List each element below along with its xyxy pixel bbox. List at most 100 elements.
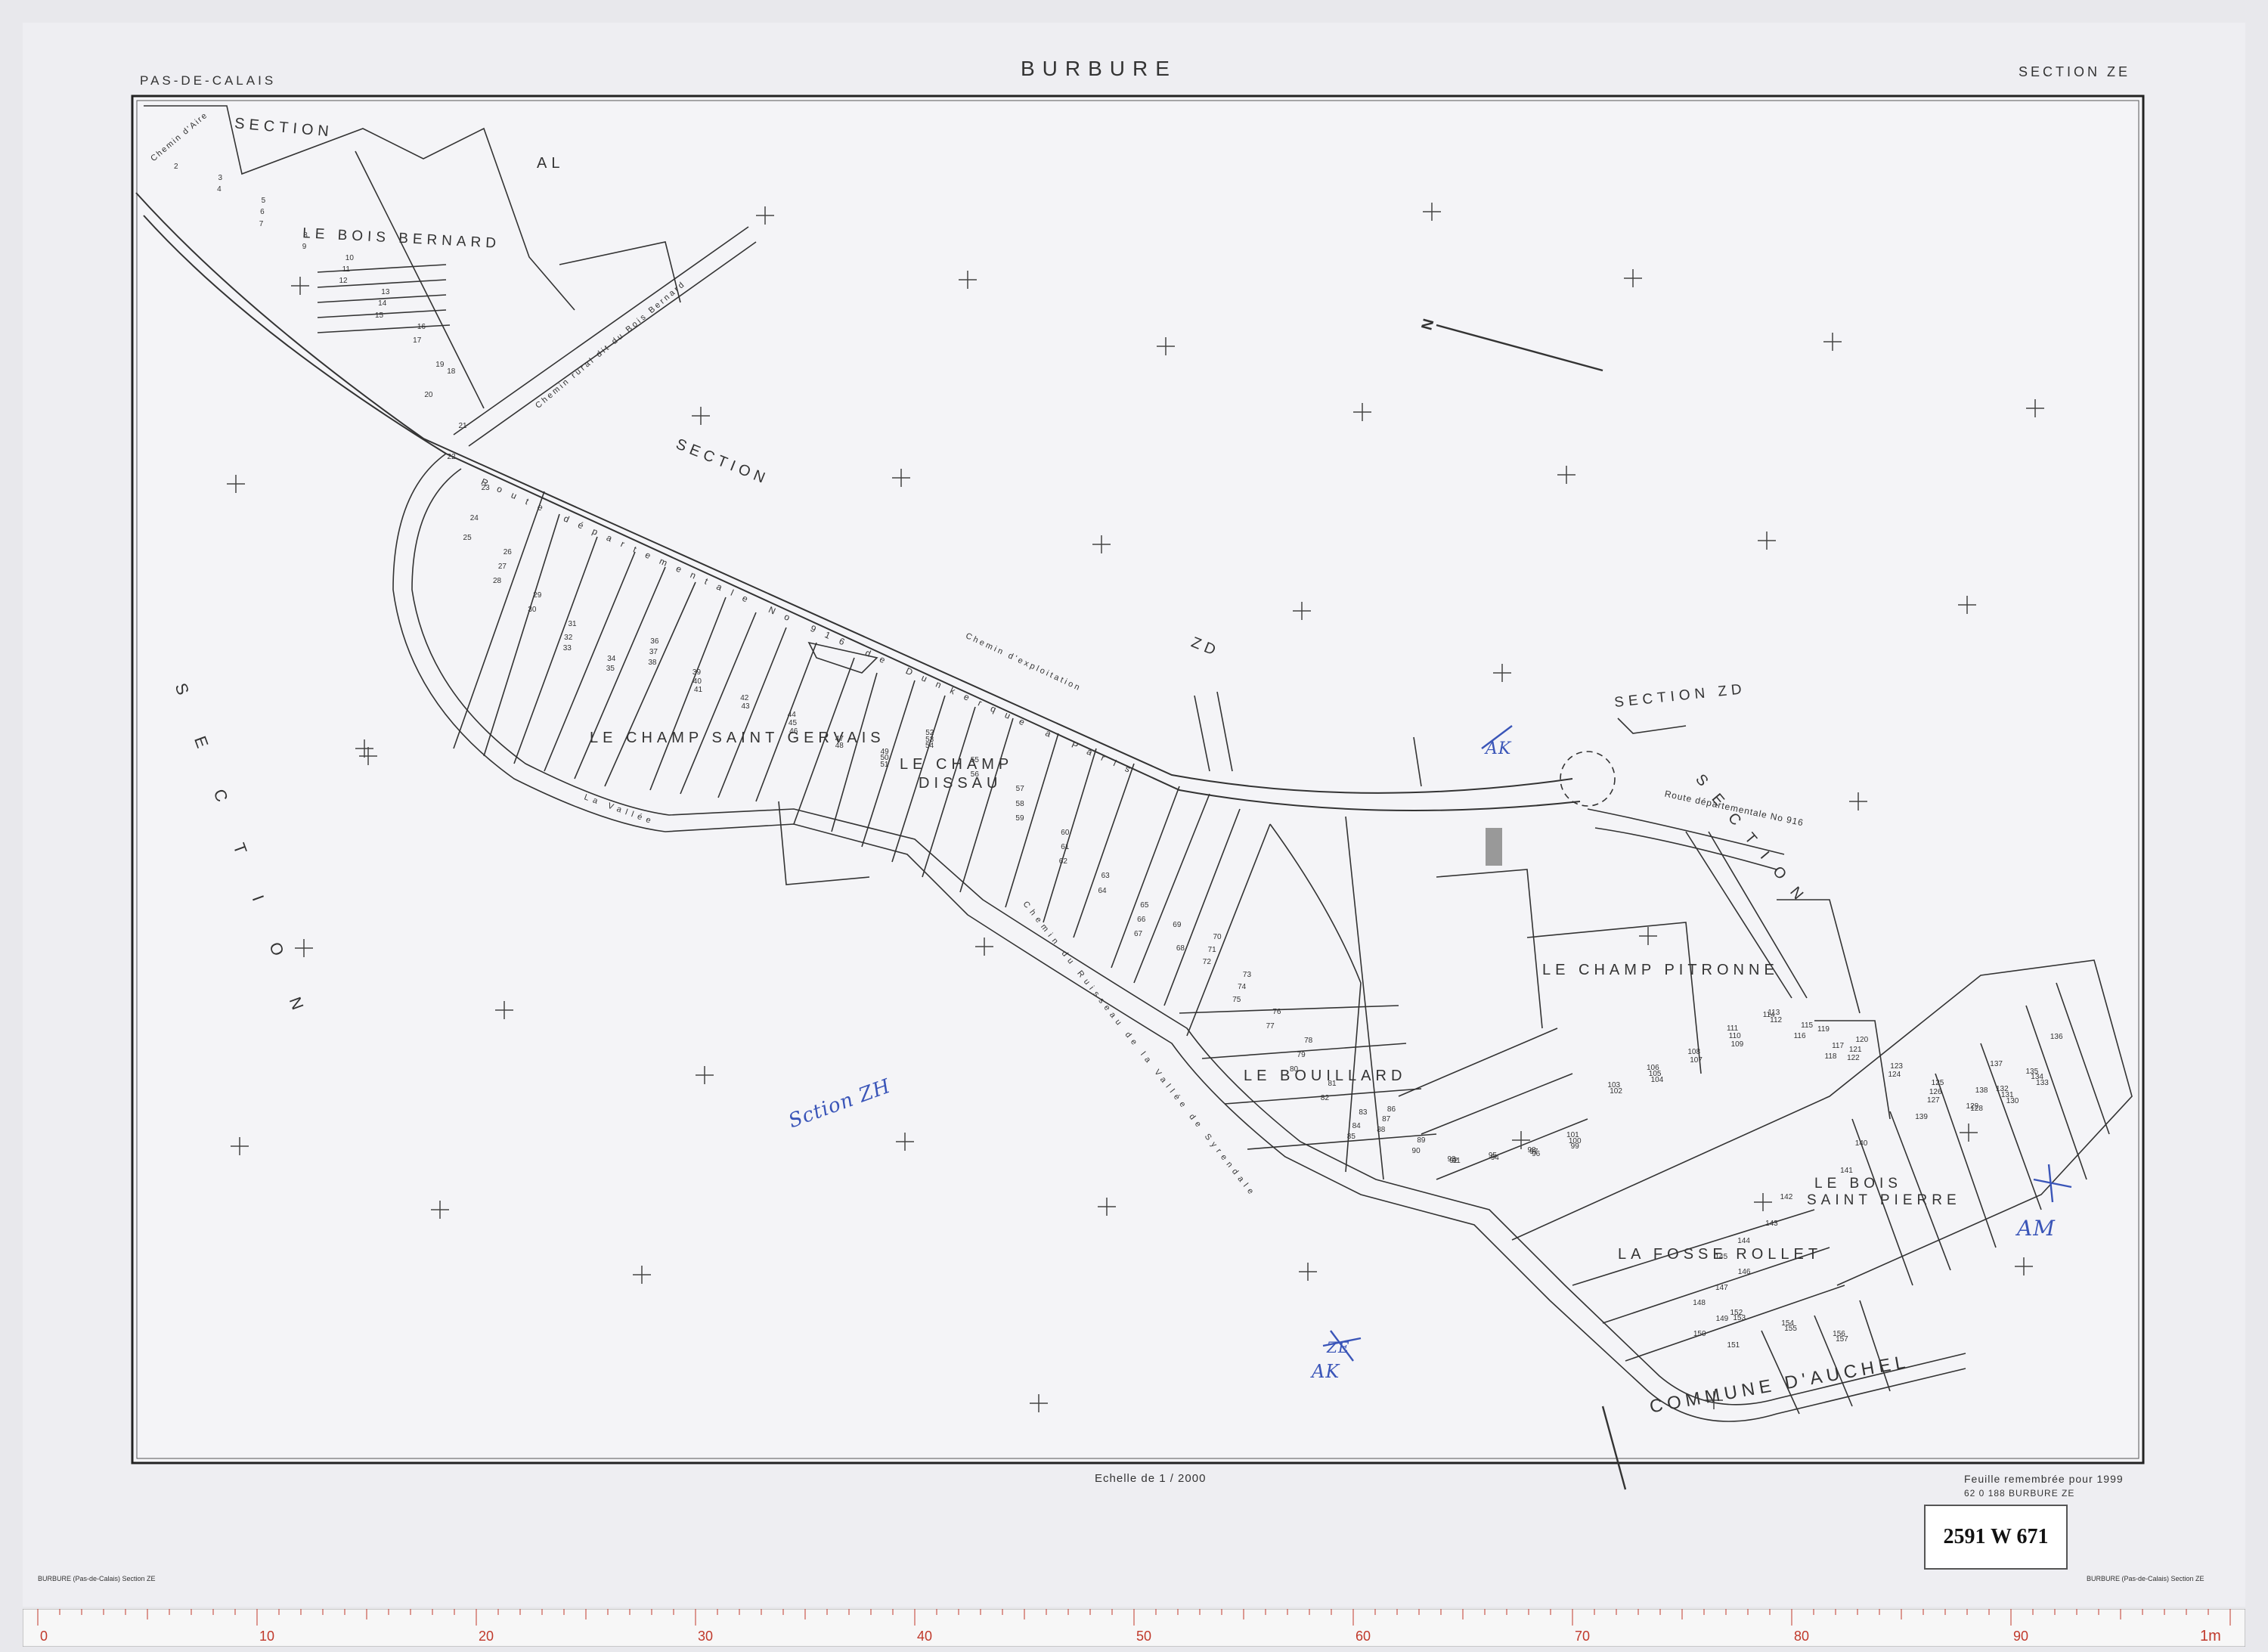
parcel-number: 93 [1447, 1155, 1456, 1164]
parcel-number: 33 [562, 643, 572, 652]
parcel-number: 71 [1207, 945, 1216, 954]
parcel-number: 62 [1058, 857, 1067, 866]
parcel-number: 155 [1784, 1324, 1797, 1333]
parcel-number: 42 [740, 694, 749, 703]
header-section: SECTION ZE [2019, 64, 2131, 79]
parcel-number: 86 [1387, 1105, 1396, 1114]
parcel-number: 70 [1213, 933, 1222, 942]
parcel-number: 18 [447, 367, 456, 377]
parcel-number: 140 [1854, 1139, 1868, 1148]
parcel-number: 7 [259, 219, 264, 228]
parcel-number: 66 [1137, 915, 1146, 924]
parcel-number: 157 [1836, 1334, 1848, 1344]
parcel-number: 68 [1176, 944, 1185, 953]
parcel-number: 89 [1417, 1136, 1426, 1145]
parcel-number: 151 [1727, 1341, 1740, 1350]
parcel-number: 2 [174, 163, 178, 171]
archive-stamp: 2591 W 671 [1924, 1505, 2068, 1570]
parcel-number: 4 [217, 185, 222, 194]
parcel-number: 43 [741, 702, 750, 711]
parcel-number: 129 [1966, 1102, 1979, 1111]
parcel-number: 69 [1173, 920, 1182, 929]
parcel-number: 147 [1715, 1283, 1728, 1292]
parcel-number: 16 [417, 322, 426, 331]
parcel-number: 36 [650, 637, 659, 646]
parcel-number: 34 [607, 654, 616, 663]
parcel-number: 122 [1847, 1054, 1860, 1063]
parcel-number: 126 [1929, 1087, 1942, 1096]
ruler-label: 10 [259, 1629, 274, 1644]
parcel-number: 138 [1975, 1086, 1988, 1095]
parcel-number: 14 [378, 299, 387, 308]
handwritten-ak-1: AK [1486, 739, 1512, 758]
place-champ-dissau-1: LE CHAMP [900, 756, 1014, 773]
parcel-number: 30 [528, 606, 537, 615]
parcel-number: 123 [1890, 1062, 1903, 1071]
parcel-number: 78 [1304, 1036, 1313, 1045]
parcel-number: 135 [2025, 1067, 2039, 1076]
parcel-number: 150 [1693, 1330, 1706, 1338]
measuring-ruler: 0 10 20 30 40 50 60 70 80 90 1m [22, 1608, 2246, 1647]
parcel-number: 23 [481, 483, 490, 492]
parcel-number: 12 [339, 277, 348, 286]
parcel-number: 124 [1888, 1071, 1901, 1080]
handwritten-ak-2: AK [1312, 1361, 1340, 1382]
parcel-number: 82 [1320, 1094, 1330, 1103]
parcel-number: 5 [261, 197, 266, 206]
parcel-number: 77 [1266, 1021, 1275, 1031]
handwritten-am: AM [2017, 1216, 2056, 1241]
parcel-number: 117 [1832, 1042, 1845, 1051]
parcel-number: 111 [1726, 1024, 1739, 1033]
parcel-number: 84 [1352, 1122, 1361, 1131]
parcel-number: 67 [1134, 930, 1143, 938]
map-frame [131, 95, 2145, 1464]
parcel-number: 26 [503, 547, 512, 556]
parcel-number: 56 [970, 770, 979, 780]
parcel-number: 79 [1297, 1050, 1306, 1059]
parcel-number: 103 [1607, 1081, 1621, 1090]
parcel-number: 55 [970, 756, 979, 765]
parcel-number: 35 [606, 665, 615, 674]
parcel-number: 137 [1990, 1059, 2003, 1068]
parcel-number: 40 [692, 677, 702, 686]
parcel-number: 142 [1780, 1193, 1793, 1202]
parcel-number: 85 [1346, 1132, 1356, 1141]
place-bois-saint-pierre-1: LE BOIS [1814, 1176, 1902, 1192]
parcel-number: 60 [1061, 828, 1070, 837]
parcel-number: 114 [1762, 1011, 1775, 1020]
parcel-number: 81 [1328, 1080, 1337, 1089]
parcel-number: 115 [1801, 1021, 1814, 1030]
parcel-number: 15 [375, 311, 384, 320]
parcel-number: 6 [260, 208, 265, 217]
parcel-number: 144 [1737, 1237, 1750, 1245]
parcel-number: 153 [1733, 1313, 1746, 1322]
parcel-number: 44 [787, 711, 796, 720]
parcel-number: 3 [218, 174, 223, 183]
parcel-number: 25 [463, 533, 472, 542]
parcel-number: 146 [1737, 1268, 1751, 1276]
parcel-number: 119 [1817, 1025, 1830, 1034]
parcel-number: 19 [435, 360, 445, 369]
parcel-number: 73 [1242, 970, 1252, 979]
parcel-number: 149 [1715, 1314, 1729, 1323]
parcel-number: 28 [493, 577, 502, 585]
parcel-number: 21 [458, 422, 467, 431]
parcel-number: 109 [1730, 1040, 1744, 1049]
parcel-number: 9 [302, 242, 307, 251]
parcel-number: 17 [413, 336, 422, 346]
ruler-svg: 0 10 20 30 40 50 60 70 80 90 1m [22, 1608, 2246, 1647]
margin-right-text: BURBURE (Pas-de-Calais) Section ZE [2087, 1575, 2204, 1582]
parcel-number: 51 [880, 760, 889, 769]
place-bouillard: LE BOUILLARD [1244, 1068, 1407, 1084]
parcel-number: 145 [1715, 1252, 1728, 1261]
parcel-number: 75 [1232, 995, 1241, 1004]
footer-scale: Echelle de 1 / 2000 [1095, 1472, 1207, 1485]
ruler-label: 50 [1136, 1629, 1151, 1644]
parcel-number: 98 [1527, 1146, 1536, 1155]
parcel-number: 95 [1488, 1151, 1497, 1161]
parcel-number: 20 [424, 391, 433, 400]
parcel-number: 80 [1290, 1065, 1299, 1074]
parcel-number: 65 [1140, 900, 1149, 910]
parcel-number: 120 [1855, 1035, 1869, 1044]
parcel-number: 106 [1647, 1064, 1659, 1072]
